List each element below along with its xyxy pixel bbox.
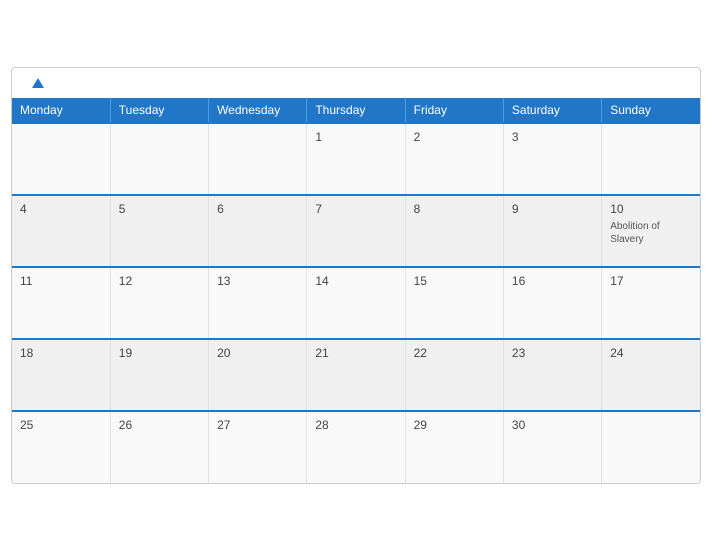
week-row-4: 18 19 20 21 22 23 24 [12, 339, 700, 411]
week-row-5: 25 26 27 28 29 30 [12, 411, 700, 483]
calendar-cell: 30 [503, 411, 601, 483]
calendar-cell [602, 123, 700, 195]
day-number: 15 [414, 274, 427, 288]
calendar-table: MondayTuesdayWednesdayThursdayFridaySatu… [12, 98, 700, 483]
day-number: 14 [315, 274, 328, 288]
weekday-header-row: MondayTuesdayWednesdayThursdayFridaySatu… [12, 98, 700, 123]
week-row-3: 11 12 13 14 15 16 17 [12, 267, 700, 339]
day-number: 21 [315, 346, 328, 360]
calendar-cell: 3 [503, 123, 601, 195]
calendar-cell: 7 [307, 195, 405, 267]
day-number: 2 [414, 130, 421, 144]
day-number: 30 [512, 418, 525, 432]
week-row-2: 4 5 6 7 8 9 10 Abolition of Slavery [12, 195, 700, 267]
calendar-cell: 12 [110, 267, 208, 339]
calendar-cell [12, 123, 110, 195]
day-number: 23 [512, 346, 525, 360]
day-number: 4 [20, 202, 27, 216]
calendar-cell [209, 123, 307, 195]
day-number: 12 [119, 274, 132, 288]
calendar-cell: 22 [405, 339, 503, 411]
day-number: 16 [512, 274, 525, 288]
calendar-cell: 21 [307, 339, 405, 411]
logo-triangle-icon [32, 78, 44, 88]
day-number: 8 [414, 202, 421, 216]
calendar-cell [110, 123, 208, 195]
day-number: 7 [315, 202, 322, 216]
day-number: 10 [610, 202, 623, 216]
calendar-cell: 24 [602, 339, 700, 411]
day-number: 5 [119, 202, 126, 216]
calendar-cell: 8 [405, 195, 503, 267]
day-number: 26 [119, 418, 132, 432]
weekday-header-thursday: Thursday [307, 98, 405, 123]
weekday-header-wednesday: Wednesday [209, 98, 307, 123]
day-number: 13 [217, 274, 230, 288]
day-number: 18 [20, 346, 33, 360]
calendar-cell: 15 [405, 267, 503, 339]
calendar-cell: 19 [110, 339, 208, 411]
calendar-cell: 13 [209, 267, 307, 339]
day-number: 6 [217, 202, 224, 216]
calendar-cell [602, 411, 700, 483]
calendar-cell: 20 [209, 339, 307, 411]
calendar-cell: 2 [405, 123, 503, 195]
calendar-cell: 11 [12, 267, 110, 339]
weekday-header-tuesday: Tuesday [110, 98, 208, 123]
weekday-header-saturday: Saturday [503, 98, 601, 123]
calendar-cell: 17 [602, 267, 700, 339]
calendar: MondayTuesdayWednesdayThursdayFridaySatu… [11, 67, 701, 484]
day-number: 20 [217, 346, 230, 360]
day-number: 22 [414, 346, 427, 360]
calendar-cell: 10 Abolition of Slavery [602, 195, 700, 267]
day-number: 9 [512, 202, 519, 216]
calendar-header [12, 68, 700, 98]
calendar-cell: 27 [209, 411, 307, 483]
calendar-cell: 4 [12, 195, 110, 267]
day-number: 19 [119, 346, 132, 360]
calendar-cell: 16 [503, 267, 601, 339]
calendar-cell: 29 [405, 411, 503, 483]
day-number: 25 [20, 418, 33, 432]
week-row-1: 1 2 3 [12, 123, 700, 195]
calendar-cell: 28 [307, 411, 405, 483]
event-label: Abolition of Slavery [610, 220, 692, 246]
calendar-cell: 6 [209, 195, 307, 267]
calendar-cell: 26 [110, 411, 208, 483]
calendar-cell: 1 [307, 123, 405, 195]
calendar-cell: 9 [503, 195, 601, 267]
day-number: 3 [512, 130, 519, 144]
day-number: 24 [610, 346, 623, 360]
calendar-cell: 25 [12, 411, 110, 483]
weekday-header-friday: Friday [405, 98, 503, 123]
weekday-header-sunday: Sunday [602, 98, 700, 123]
calendar-cell: 23 [503, 339, 601, 411]
day-number: 28 [315, 418, 328, 432]
day-number: 11 [20, 274, 32, 288]
logo [30, 80, 44, 90]
calendar-cell: 5 [110, 195, 208, 267]
day-number: 1 [315, 130, 322, 144]
calendar-cell: 18 [12, 339, 110, 411]
calendar-cell: 14 [307, 267, 405, 339]
day-number: 17 [610, 274, 623, 288]
day-number: 27 [217, 418, 230, 432]
day-number: 29 [414, 418, 427, 432]
weekday-header-monday: Monday [12, 98, 110, 123]
